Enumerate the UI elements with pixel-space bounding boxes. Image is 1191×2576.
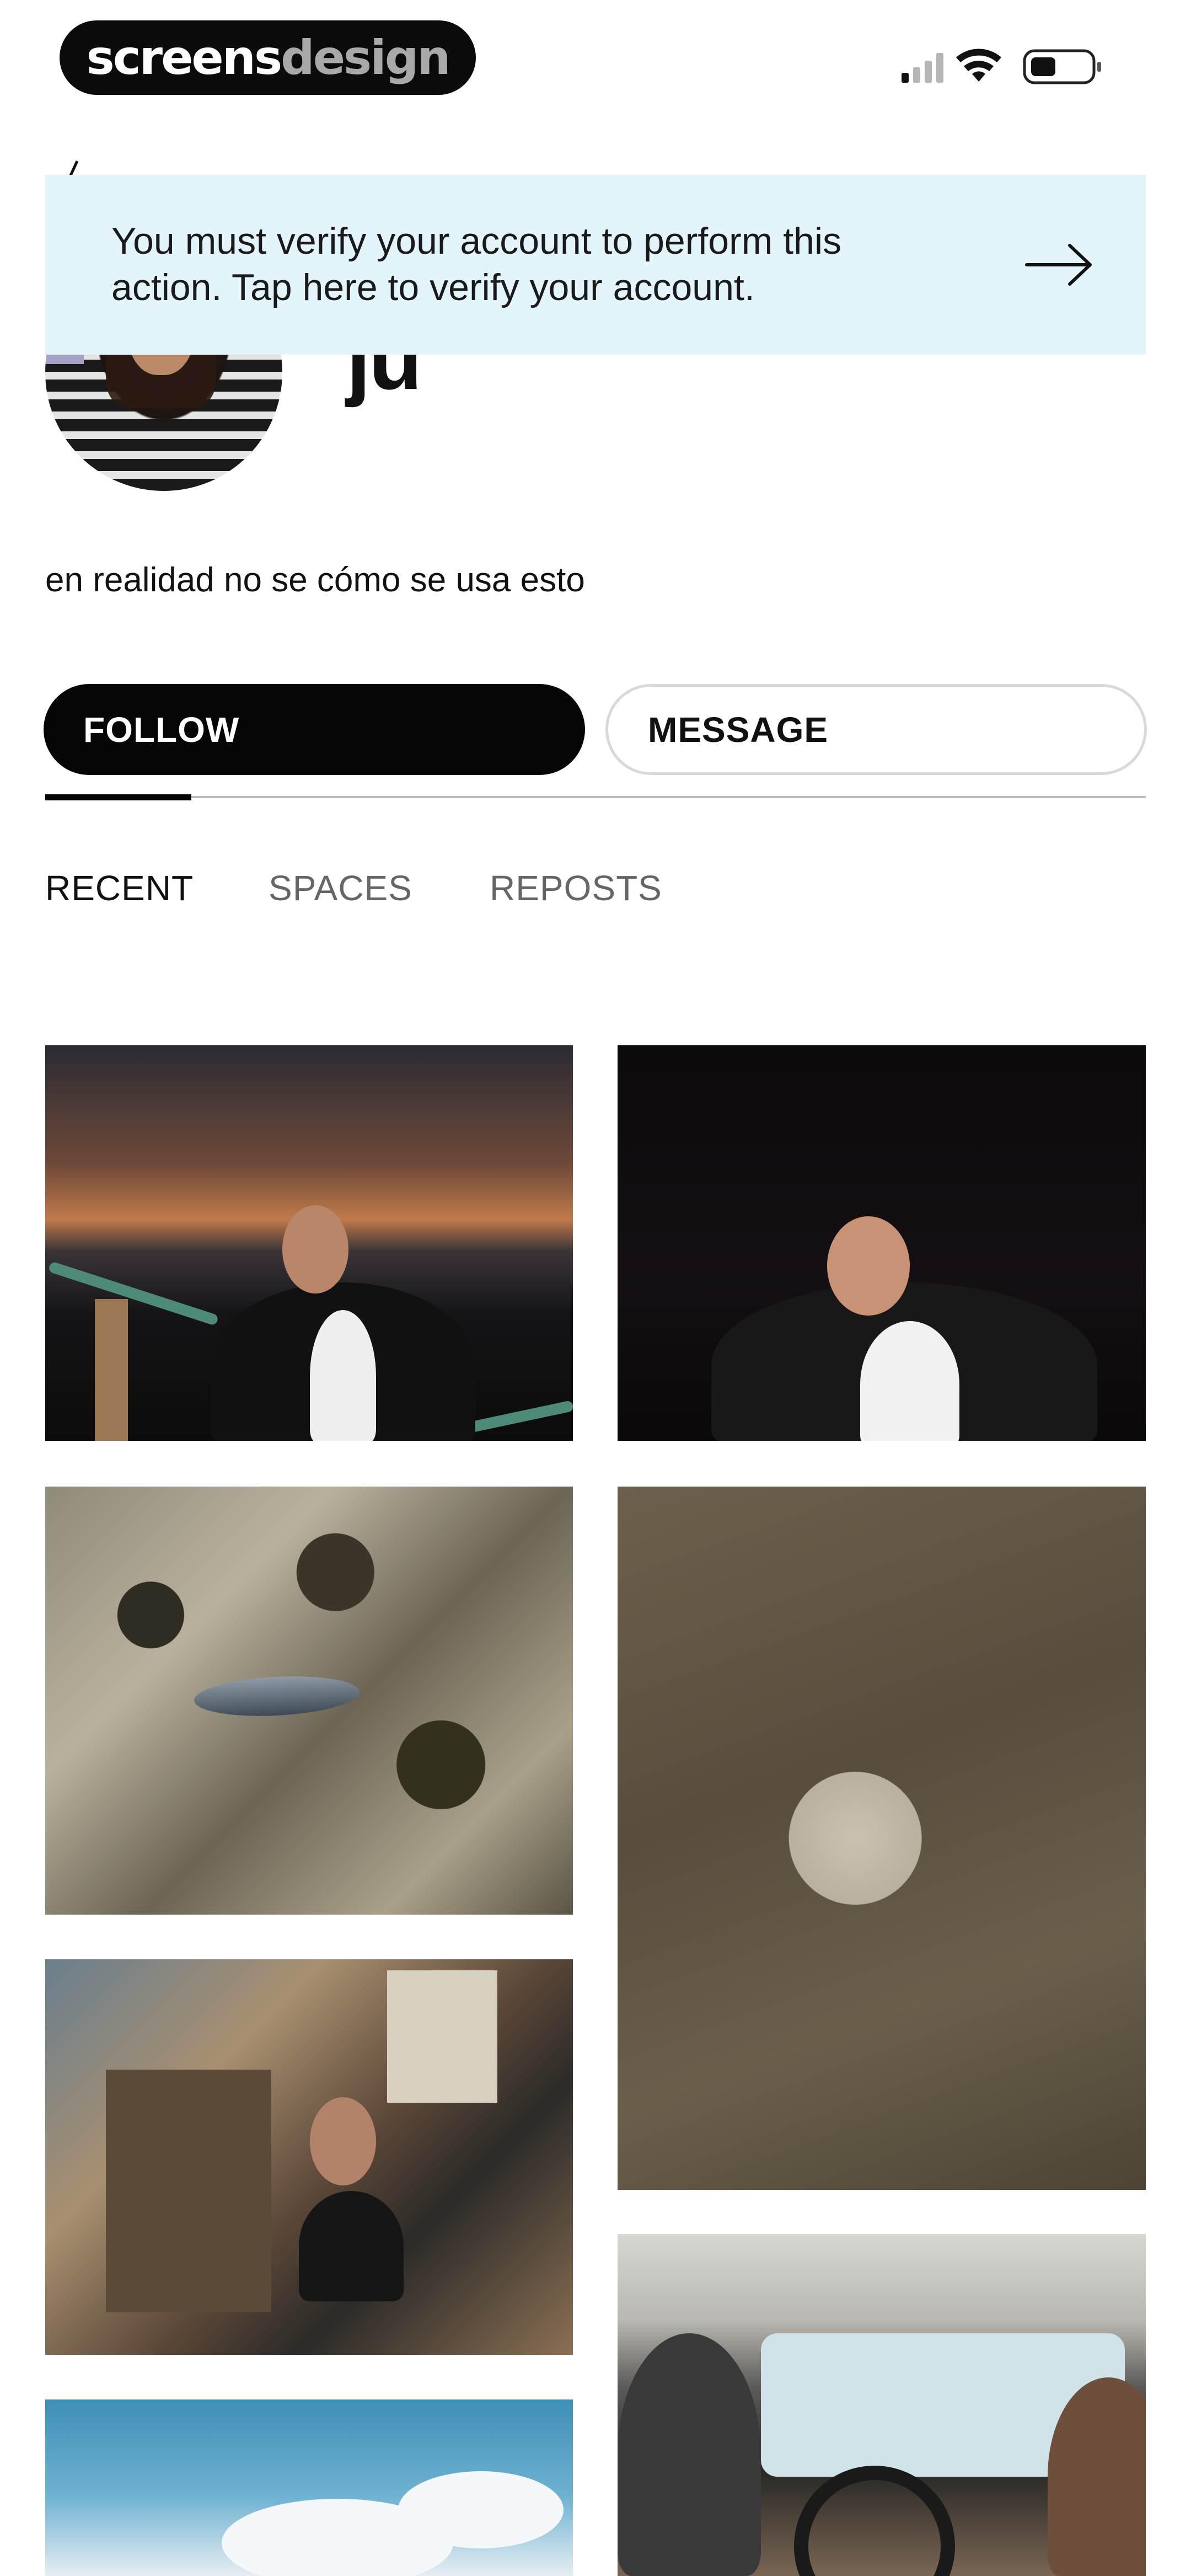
wifi-icon [956,49,1001,82]
photo-decoration [47,1261,219,1326]
photo-decoration [106,2070,271,2312]
follow-button[interactable]: FOLLOW [44,684,585,775]
post-photo[interactable] [618,1487,1146,2190]
post-photo[interactable] [618,2234,1146,2576]
profile-bio: en realidad no se cómo se usa esto [45,561,585,599]
back-icon[interactable] [55,160,88,177]
cellular-signal-icon [902,53,943,83]
logo-part-a: screens [86,30,283,85]
photo-decoration [398,2471,564,2548]
arrow-right-icon [1025,244,1092,286]
photo-decoration [282,1205,348,1294]
photo-decoration [618,2333,761,2576]
screensdesign-logo: screens design [60,20,476,95]
post-photo[interactable] [45,2399,573,2576]
post-photo[interactable] [45,1487,573,1915]
verify-banner-text: You must verify your account to perform … [111,220,842,308]
tab-divider [45,796,1146,798]
photo-decoration [95,1299,128,1441]
photo-decoration [860,1321,959,1441]
battery-icon [1023,49,1101,84]
post-photo[interactable] [618,1045,1146,1441]
photo-decoration [794,2466,955,2576]
status-bar-icons [902,49,1101,84]
logo-part-b: design [281,30,450,85]
photo-decoration [387,1970,497,2103]
photo-decoration [299,2191,404,2301]
photo-decoration [827,1216,910,1316]
active-tab-indicator [45,794,191,800]
tab-recent[interactable]: RECENT [45,870,194,906]
tab-spaces[interactable]: SPACES [269,870,412,906]
tab-reposts[interactable]: REPOSTS [490,870,662,906]
post-photo[interactable] [45,1045,573,1441]
verify-account-banner[interactable]: You must verify your account to perform … [45,175,1146,355]
photo-decoration [310,1310,376,1441]
photo-decoration [193,1672,361,1720]
post-photo[interactable] [45,1959,573,2355]
photo-decoration [310,2097,376,2185]
message-button[interactable]: MESSAGE [605,684,1147,775]
